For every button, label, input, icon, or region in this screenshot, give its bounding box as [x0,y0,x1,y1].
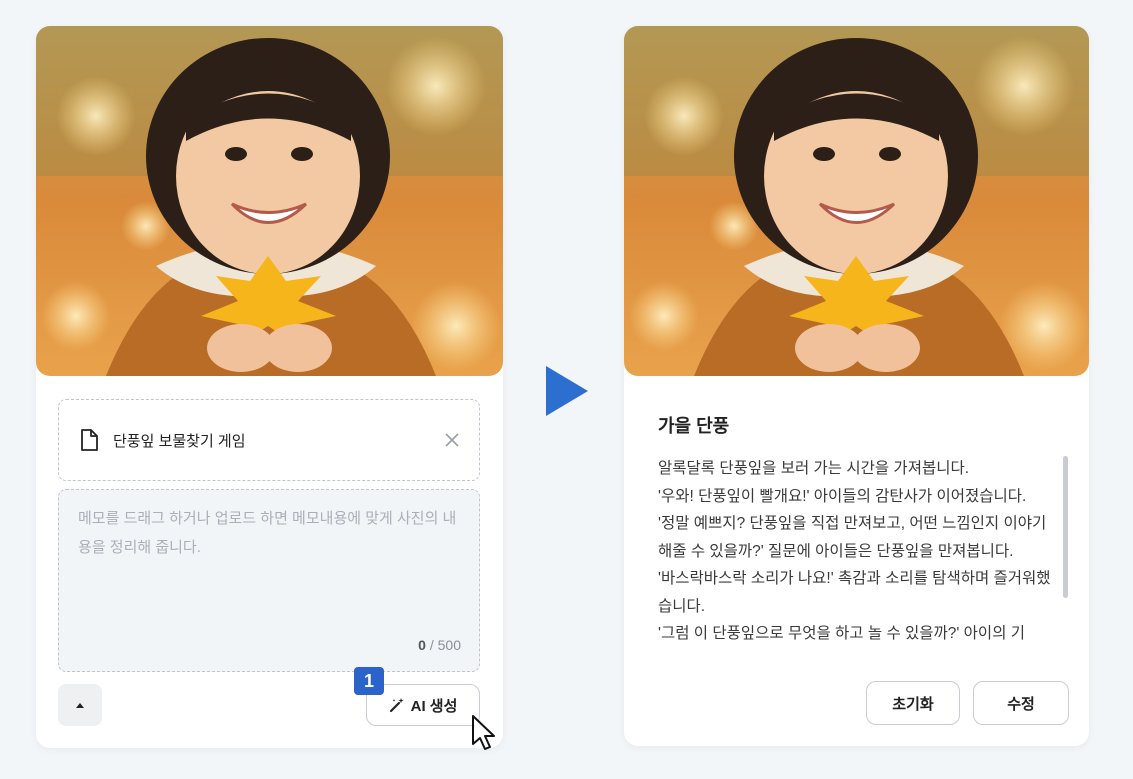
result-card: 가을 단풍 알록달록 단풍잎을 보러 가는 시간을 가져봅니다. '우와! 단풍… [624,26,1089,746]
magic-wand-icon [389,698,404,713]
result-paragraph: '정말 예쁘지? 단풍잎을 직접 만져보고, 어떤 느낌인지 이야기해줄 수 있… [658,515,1047,560]
result-paragraph: '그럼 이 단풍잎으로 무엇을 하고 놀 수 있을까?' 아이의 기 [658,625,1026,642]
photo-image [36,26,503,376]
caret-up-icon [76,702,84,708]
char-count-current: 0 [418,637,426,653]
scrollbar[interactable] [1063,456,1068,598]
step-badge: 1 [354,667,384,695]
collapse-button[interactable] [58,684,102,726]
reset-button[interactable]: 초기화 [866,681,960,725]
char-count-separator: / [429,637,438,653]
play-arrow-icon [546,366,588,416]
result-title: 가을 단풍 [658,416,730,436]
child-photo [36,26,503,376]
file-name: 단풍잎 보물찾기 게임 [113,432,246,450]
close-icon[interactable] [445,433,459,447]
memo-input-card: 단풍잎 보물찾기 게임 0 / 500 AI 생성 [36,26,503,748]
char-count-max: 500 [437,637,461,653]
edit-button[interactable]: 수정 [973,681,1069,725]
result-paragraph: '바스락바스락 소리가 나요!' 촉감과 소리를 탐색하며 즐거워했습니다. [658,570,1051,615]
mouse-pointer-icon [472,715,495,750]
child-photo [624,26,1089,376]
memo-input[interactable] [78,504,463,624]
result-text[interactable]: 알록달록 단풍잎을 보러 가는 시간을 가져봅니다. '우와! 단풍잎이 빨개요… [658,455,1054,673]
result-paragraph: '우와! 단풍잎이 빨개요!' 아이들의 감탄사가 이어졌습니다. [658,487,1027,505]
result-paragraph: 알록달록 단풍잎을 보러 가는 시간을 가져봅니다. [658,460,970,477]
attached-memo-file: 단풍잎 보물찾기 게임 [58,399,480,481]
photo-image [624,26,1089,376]
file-icon [81,429,98,451]
char-counter: 0 / 500 [418,637,461,653]
ai-generate-label: AI 생성 [410,697,458,715]
memo-dropzone[interactable]: 0 / 500 [58,489,480,672]
